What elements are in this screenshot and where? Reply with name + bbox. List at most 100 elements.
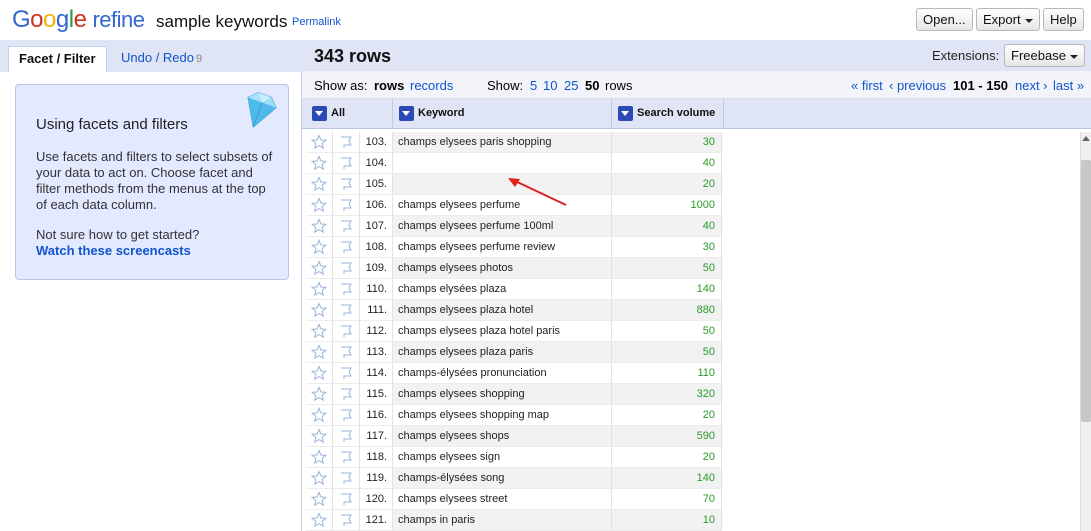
tab-facet-filter[interactable]: Facet / Filter (8, 46, 107, 72)
keyword-cell[interactable]: champs elysees perfume (393, 195, 612, 216)
search-volume-cell[interactable]: 140 (612, 279, 722, 300)
page-size-5[interactable]: 5 (530, 78, 537, 93)
first-page-link[interactable]: « first (851, 78, 883, 93)
keyword-cell[interactable]: champs-élysées pronunciation (393, 363, 612, 384)
vertical-scrollbar[interactable] (1080, 132, 1091, 531)
search-volume-cell[interactable]: 50 (612, 258, 722, 279)
next-page-link[interactable]: next › (1015, 78, 1048, 93)
flag-icon[interactable] (333, 405, 360, 426)
search-volume-cell[interactable]: 30 (612, 237, 722, 258)
show-as-rows[interactable]: rows (374, 78, 404, 93)
star-icon[interactable] (306, 468, 333, 489)
search-volume-cell[interactable]: 20 (612, 174, 722, 195)
screencasts-link[interactable]: Watch these screencasts (36, 243, 191, 258)
search-volume-cell[interactable]: 10 (612, 510, 722, 531)
column-header-search-volume[interactable]: Search volume (612, 99, 724, 129)
keyword-cell[interactable]: champs elysees shops (393, 426, 612, 447)
star-icon[interactable] (306, 132, 333, 153)
keyword-cell[interactable] (393, 174, 612, 195)
star-icon[interactable] (306, 258, 333, 279)
search-volume-cell[interactable]: 70 (612, 489, 722, 510)
star-icon[interactable] (306, 447, 333, 468)
star-icon[interactable] (306, 300, 333, 321)
search-volume-cell[interactable]: 20 (612, 405, 722, 426)
search-volume-cell[interactable]: 110 (612, 363, 722, 384)
keyword-cell[interactable]: champs elysees paris shopping (393, 132, 612, 153)
permalink-link[interactable]: Permalink (292, 16, 341, 28)
flag-icon[interactable] (333, 363, 360, 384)
last-page-link[interactable]: last » (1053, 78, 1084, 93)
show-as-records[interactable]: records (410, 78, 453, 93)
previous-page-link[interactable]: ‹ previous (889, 78, 946, 93)
search-volume-cell[interactable]: 880 (612, 300, 722, 321)
column-header-keyword[interactable]: Keyword (393, 99, 612, 129)
star-icon[interactable] (306, 489, 333, 510)
search-volume-cell[interactable]: 30 (612, 132, 722, 153)
keyword-cell[interactable]: champs elysees street (393, 489, 612, 510)
help-button[interactable]: Help (1043, 8, 1084, 31)
keyword-cell[interactable] (393, 153, 612, 174)
search-volume-cell[interactable]: 320 (612, 384, 722, 405)
page-size-10[interactable]: 10 (543, 78, 557, 93)
scrollbar-thumb[interactable] (1081, 160, 1091, 422)
keyword-cell[interactable]: champs elysées plaza (393, 279, 612, 300)
flag-icon[interactable] (333, 342, 360, 363)
star-icon[interactable] (306, 153, 333, 174)
search-volume-cell[interactable]: 40 (612, 153, 722, 174)
open-button[interactable]: Open... (916, 8, 973, 31)
tab-undo-redo[interactable]: Undo / Redo 9 (111, 46, 212, 72)
flag-icon[interactable] (333, 300, 360, 321)
keyword-cell[interactable]: champs-élysées song (393, 468, 612, 489)
flag-icon[interactable] (333, 321, 360, 342)
keyword-cell[interactable]: champs elysees perfume 100ml (393, 216, 612, 237)
keyword-cell[interactable]: champs elysees photos (393, 258, 612, 279)
keyword-cell[interactable]: champs elysees shopping map (393, 405, 612, 426)
search-volume-cell[interactable]: 50 (612, 342, 722, 363)
flag-icon[interactable] (333, 447, 360, 468)
keyword-cell[interactable]: champs elysees plaza hotel paris (393, 321, 612, 342)
flag-icon[interactable] (333, 426, 360, 447)
search-volume-cell[interactable]: 1000 (612, 195, 722, 216)
star-icon[interactable] (306, 384, 333, 405)
star-icon[interactable] (306, 195, 333, 216)
flag-icon[interactable] (333, 195, 360, 216)
page-size-25[interactable]: 25 (564, 78, 578, 93)
scroll-up-icon[interactable] (1082, 136, 1090, 141)
keyword-cell[interactable]: champs elysees shopping (393, 384, 612, 405)
star-icon[interactable] (306, 279, 333, 300)
flag-icon[interactable] (333, 216, 360, 237)
search-volume-cell[interactable]: 50 (612, 321, 722, 342)
column-header-all[interactable]: All (306, 99, 393, 129)
search-volume-cell[interactable]: 40 (612, 216, 722, 237)
search-volume-cell[interactable]: 590 (612, 426, 722, 447)
page-size-50[interactable]: 50 (585, 78, 599, 93)
star-icon[interactable] (306, 510, 333, 531)
keyword-cell[interactable]: champs elysees perfume review (393, 237, 612, 258)
export-button[interactable]: Export (976, 8, 1040, 31)
flag-icon[interactable] (333, 468, 360, 489)
column-menu-dropdown-icon[interactable] (312, 106, 327, 121)
keyword-cell[interactable]: champs elysees sign (393, 447, 612, 468)
project-name[interactable]: sample keywords (156, 12, 287, 32)
star-icon[interactable] (306, 174, 333, 195)
google-refine-logo[interactable]: Google refine (12, 6, 145, 34)
flag-icon[interactable] (333, 510, 360, 531)
flag-icon[interactable] (333, 258, 360, 279)
keyword-cell[interactable]: champs elysees plaza hotel (393, 300, 612, 321)
flag-icon[interactable] (333, 132, 360, 153)
flag-icon[interactable] (333, 489, 360, 510)
star-icon[interactable] (306, 363, 333, 384)
keyword-cell[interactable]: champs in paris (393, 510, 612, 531)
star-icon[interactable] (306, 405, 333, 426)
freebase-button[interactable]: Freebase (1004, 44, 1085, 67)
flag-icon[interactable] (333, 174, 360, 195)
column-menu-dropdown-icon[interactable] (399, 106, 414, 121)
search-volume-cell[interactable]: 20 (612, 447, 722, 468)
search-volume-cell[interactable]: 140 (612, 468, 722, 489)
star-icon[interactable] (306, 321, 333, 342)
star-icon[interactable] (306, 342, 333, 363)
flag-icon[interactable] (333, 384, 360, 405)
flag-icon[interactable] (333, 237, 360, 258)
star-icon[interactable] (306, 216, 333, 237)
flag-icon[interactable] (333, 153, 360, 174)
